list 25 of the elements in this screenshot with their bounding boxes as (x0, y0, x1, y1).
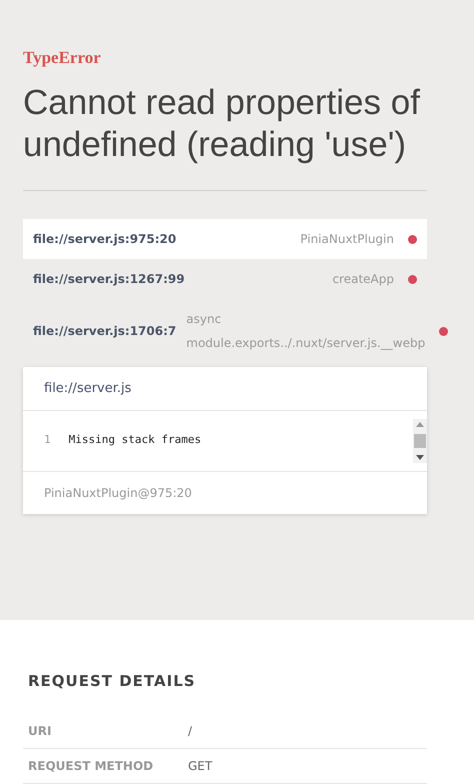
detail-label: REQUEST METHOD (28, 759, 154, 773)
stack-frame[interactable]: file://server.js:975:20 PiniaNuxtPlugin (23, 219, 427, 259)
status-dot (408, 234, 417, 244)
error-type: TypeError (23, 48, 102, 68)
detail-value: GET (188, 759, 212, 773)
scrollbar[interactable] (413, 419, 427, 463)
stack-frame[interactable]: file://server.js:1267:99 createApp (23, 259, 427, 299)
detail-label: URI (28, 724, 52, 738)
status-dot (439, 326, 448, 336)
error-message: Cannot read properties of undefined (reading 'use') (23, 82, 421, 166)
scroll-down-icon[interactable] (416, 455, 424, 460)
frame-function: PiniaNuxtPlugin (299, 231, 395, 248)
code-line: Missing stack frames (68, 433, 202, 446)
frame-reference: PiniaNuxtPlugin@975:20 (43, 485, 193, 502)
frame-function: createApp (331, 271, 395, 288)
stack-frame[interactable]: file://server.js:1706:7 async module.exports../.nuxt/server.js.__webp (23, 299, 427, 363)
file-name: file://server.js (23, 367, 427, 411)
frame-function: async module.exports../.nuxt/server.js.__webp (186, 311, 426, 352)
frame-location: file://server.js:1267:99 (33, 272, 185, 286)
line-number: 1 (44, 433, 51, 446)
detail-value: / (188, 724, 192, 738)
frame-location: file://server.js:975:20 (33, 232, 176, 246)
frame-location: file://server.js:1706:7 (33, 324, 176, 338)
section-title: REQUEST DETAILS (28, 672, 197, 690)
status-dot (408, 274, 417, 284)
